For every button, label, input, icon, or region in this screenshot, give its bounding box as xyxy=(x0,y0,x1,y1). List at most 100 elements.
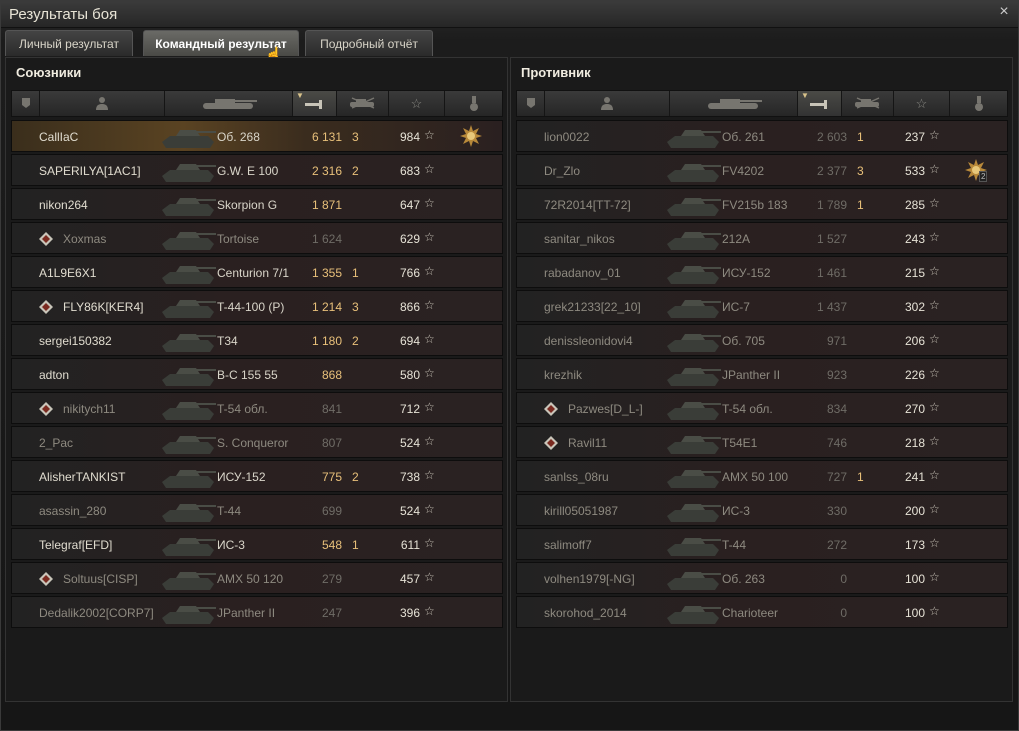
xp-star-icon[interactable]: ☆ xyxy=(389,91,445,116)
player-name: rabadanov_01 xyxy=(544,266,621,280)
damage-value: 1 180 xyxy=(311,334,342,348)
xp-star-icon: ☆ xyxy=(929,230,940,244)
player-icon[interactable] xyxy=(40,91,165,116)
xp-star-icon: ☆ xyxy=(424,332,435,346)
player-row[interactable]: Xoxmas Tortoise 1 624 629 ☆ xyxy=(11,222,503,254)
player-row[interactable]: kirill05051987 ИС-3 330 200 ☆ xyxy=(516,494,1008,526)
tank-image xyxy=(667,572,721,590)
damage-value: 841 xyxy=(321,402,342,416)
tank-image xyxy=(162,538,216,556)
player-name: skorohod_2014 xyxy=(544,606,627,620)
player-name: kirill05051987 xyxy=(544,504,619,518)
xp-value: 866 xyxy=(399,300,420,314)
kills-icon[interactable] xyxy=(842,91,894,116)
platoon-icon xyxy=(39,572,53,586)
player-row[interactable]: SAPERILYA[1AC1] G.W. E 100 2 316 2 683 ☆ xyxy=(11,154,503,186)
player-row[interactable]: CallIaC Об. 268 6 131 3 984 ☆ xyxy=(11,120,503,152)
player-row[interactable]: asassin_280 T-44 699 524 ☆ xyxy=(11,494,503,526)
player-row[interactable]: FLY86K[KER4] T-44-100 (P) 1 214 3 866 ☆ xyxy=(11,290,503,322)
tank-image xyxy=(162,164,216,182)
enemies-panel: Противник ▼ ☆ lion0022 Об. 261 2 603 1 2… xyxy=(510,57,1013,702)
xp-value: 683 xyxy=(399,164,420,178)
xp-star-icon[interactable]: ☆ xyxy=(894,91,950,116)
player-row[interactable]: Pazwes[D_L-] T-54 обл. 834 270 ☆ xyxy=(516,392,1008,424)
player-icon[interactable] xyxy=(545,91,670,116)
player-name: asassin_280 xyxy=(39,504,107,518)
player-row[interactable]: Dr_Zlo FV4202 2 377 3 533 ☆ 2 xyxy=(516,154,1008,186)
player-row[interactable]: skorohod_2014 Charioteer 0 100 ☆ xyxy=(516,596,1008,628)
player-name: A1L9E6X1 xyxy=(39,266,97,280)
xp-star-icon: ☆ xyxy=(929,536,940,550)
xp-star-icon: ☆ xyxy=(424,298,435,312)
xp-star-icon: ☆ xyxy=(929,400,940,414)
kills-value: 2 xyxy=(352,470,359,484)
damage-value: 699 xyxy=(321,504,342,518)
player-row[interactable]: 72R2014[TT-72] FV215b 183 1 789 1 285 ☆ xyxy=(516,188,1008,220)
xp-star-icon: ☆ xyxy=(424,468,435,482)
player-row[interactable]: nikitych11 T-54 обл. 841 712 ☆ xyxy=(11,392,503,424)
tab-personal-result[interactable]: Личный результат xyxy=(5,30,133,56)
player-row[interactable]: volhen1979[-NG] Об. 263 0 100 ☆ xyxy=(516,562,1008,594)
player-row[interactable]: nikon264 Skorpion G 1 871 647 ☆ xyxy=(11,188,503,220)
medal-icon[interactable] xyxy=(445,91,502,116)
player-row[interactable]: grek21233[22_10] ИС-7 1 437 302 ☆ xyxy=(516,290,1008,322)
damage-icon[interactable]: ▼ xyxy=(798,91,842,116)
xp-value: 738 xyxy=(399,470,420,484)
player-row[interactable]: rabadanov_01 ИСУ-152 1 461 215 ☆ xyxy=(516,256,1008,288)
player-row[interactable]: salimoff7 T-44 272 173 ☆ xyxy=(516,528,1008,560)
enemies-title: Противник xyxy=(521,65,591,80)
player-row[interactable]: sanitar_nikos 212A 1 527 243 ☆ xyxy=(516,222,1008,254)
damage-value: 279 xyxy=(321,572,342,586)
player-row[interactable]: sanlss_08ru AMX 50 100 727 1 241 ☆ xyxy=(516,460,1008,492)
close-icon[interactable]: × xyxy=(996,4,1012,20)
xp-value: 100 xyxy=(904,606,925,620)
xp-value: 524 xyxy=(399,436,420,450)
player-row[interactable]: Dedalik2002[CORP7] JPanther II 247 396 ☆ xyxy=(11,596,503,628)
tab-detailed-report[interactable]: Подробный отчёт xyxy=(305,30,433,56)
tank-image xyxy=(667,538,721,556)
tank-image xyxy=(667,300,721,318)
medal-icon[interactable] xyxy=(950,91,1007,116)
tank-image xyxy=(162,368,216,386)
player-row[interactable]: Ravil11 T54E1 746 218 ☆ xyxy=(516,426,1008,458)
player-row[interactable]: A1L9E6X1 Centurion 7/1 1 355 1 766 ☆ xyxy=(11,256,503,288)
kills-value: 1 xyxy=(857,470,864,484)
player-row[interactable]: sergei150382 T34 1 180 2 694 ☆ xyxy=(11,324,503,356)
allies-list: CallIaC Об. 268 6 131 3 984 ☆ SAPERILYA[1AC1] G… xyxy=(11,120,503,630)
tank-image xyxy=(162,198,216,216)
tank-icon[interactable] xyxy=(670,91,798,116)
xp-value: 533 xyxy=(904,164,925,178)
player-name: lion0022 xyxy=(544,130,590,144)
damage-value: 971 xyxy=(826,334,847,348)
tank-name: B-C 155 55 xyxy=(217,368,278,382)
player-row[interactable]: adton B-C 155 55 868 580 ☆ xyxy=(11,358,503,390)
damage-icon[interactable]: ▼ xyxy=(293,91,337,116)
tank-name: JPanther II xyxy=(722,368,781,382)
kills-icon[interactable] xyxy=(337,91,389,116)
tank-image xyxy=(667,436,721,454)
player-row[interactable]: Soltuus[CISP] AMX 50 120 279 457 ☆ xyxy=(11,562,503,594)
xp-star-icon: ☆ xyxy=(929,128,940,142)
platoon-icon xyxy=(544,436,558,450)
tank-image xyxy=(162,504,216,522)
player-row[interactable]: 2_Pac S. Conqueror 807 524 ☆ xyxy=(11,426,503,458)
xp-value: 984 xyxy=(399,130,420,144)
player-row[interactable]: Telegraf[EFD] ИС-3 548 1 611 ☆ xyxy=(11,528,503,560)
squad-icon[interactable] xyxy=(517,91,545,116)
tank-image xyxy=(667,164,721,182)
damage-value: 1 871 xyxy=(311,198,342,212)
tank-icon[interactable] xyxy=(165,91,293,116)
medal-badge-icon[interactable] xyxy=(460,125,482,147)
player-name: grek21233[22_10] xyxy=(544,300,641,314)
player-row[interactable]: krezhik JPanther II 923 226 ☆ xyxy=(516,358,1008,390)
tank-name: T34 xyxy=(217,334,238,348)
damage-value: 1 624 xyxy=(311,232,342,246)
tank-image xyxy=(162,606,216,624)
player-row[interactable]: AlisherTANKIST ИСУ-152 775 2 738 ☆ xyxy=(11,460,503,492)
player-row[interactable]: denissleonidovi4 Об. 705 971 206 ☆ xyxy=(516,324,1008,356)
player-name: Telegraf[EFD] xyxy=(39,538,113,552)
squad-icon[interactable] xyxy=(12,91,40,116)
xp-star-icon: ☆ xyxy=(929,162,940,176)
player-row[interactable]: lion0022 Об. 261 2 603 1 237 ☆ xyxy=(516,120,1008,152)
allies-panel: Союзники ▼ ☆ CallIaC Об. 268 6 131 3 984… xyxy=(5,57,508,702)
